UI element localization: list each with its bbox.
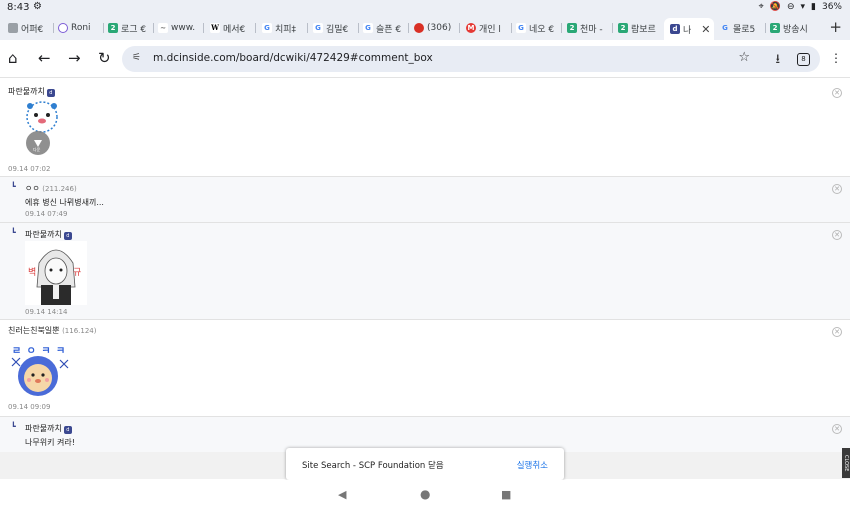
back-icon[interactable]: ← [38,49,51,67]
reply-arrow-icon: ┗ [11,182,16,191]
toolbar: ⌂ ← → ↻ ⚟ m.dcinside.com/board/dcwiki/47… [0,40,850,78]
wifi-icon: ▾ [800,2,806,12]
bookmark-star-icon[interactable]: ☆ [738,50,750,65]
favicon-icon [8,23,18,33]
tab-14[interactable]: G 몰로5 [720,18,766,38]
menu-icon[interactable]: ⋮ [830,51,842,65]
tab-switcher-button[interactable]: 8 [797,53,810,66]
favicon-icon: 2 [108,23,118,33]
snackbar-message: Site Search - SCP Foundation 닫음 [302,461,444,471]
svg-text:벽: 벽 [28,267,36,278]
sticker-caption: ㄹ ㅇ ㅋ ㅋ [12,346,67,357]
google-icon: G [363,23,373,33]
tab-11[interactable]: 2 천마 - [567,18,613,38]
site-settings-icon[interactable]: ⚟ [132,52,141,63]
google-icon: G [516,23,526,33]
tab-7[interactable]: G 슬픈 € [363,18,409,38]
fixed-user-icon: d [46,89,55,97]
delete-icon[interactable]: ✕ [832,184,842,194]
comment-reply-item: ┗ ㅇㅇ (211.246) 에휴 병신 나뮈병새끼... 09.14 07:4… [0,177,850,223]
tab-0[interactable]: 어퍼€ [8,18,54,38]
delete-icon[interactable]: ✕ [832,230,842,240]
undo-button[interactable]: 실행취소 [517,459,548,471]
comment-reply-item: ┗ 파란물까치 d 벽 규 09.14 14:14 ✕ [0,223,850,320]
tab-6[interactable]: G 김밀€ [313,18,359,38]
tab-3[interactable]: ~ www. [158,18,204,38]
google-icon: G [313,23,323,33]
comment-body: 에휴 병신 나뮈병새끼... [25,198,104,207]
dcinside-icon: d [670,24,680,34]
comment-date: 09.14 07:02 [8,165,51,173]
forward-icon[interactable]: → [68,49,81,67]
tab-active[interactable]: d 나 ✕ [664,18,714,40]
battery-level: 36% [821,2,842,12]
favicon-icon: 2 [567,23,577,33]
url-text[interactable]: m.dcinside.com/board/dcwiki/472429#comme… [153,52,433,64]
settings-icon: ⚙ [33,1,42,12]
comment-date: 09.14 09:09 [8,403,51,411]
comment-nickname[interactable]: 파란물까치 d [8,86,55,97]
new-tab-button[interactable]: + [829,18,842,36]
reload-icon[interactable]: ↻ [98,49,111,67]
sticker-image[interactable]: ㄹ ㅇ ㅋ ㅋ [8,340,72,402]
wikipedia-icon: W [210,23,220,33]
favicon-icon: 2 [770,23,780,33]
mute-icon: 🔕 [769,2,781,12]
comment-nickname[interactable]: ㅇㅇ (211.246) [25,183,77,194]
download-label: 다운 [33,147,41,152]
google-icon: G [720,23,730,33]
system-nav-bar: ◀ ● ■ [0,480,850,510]
tab-4[interactable]: W 메서€ [210,18,256,38]
comment-item: 파란물까치 d 다운 09.14 07:02 ✕ [0,79,850,177]
favicon-icon: ~ [158,23,168,33]
tab-15[interactable]: 2 방송시 [770,18,816,38]
home-icon[interactable]: ⌂ [8,49,18,67]
nav-home-icon[interactable]: ● [420,487,430,501]
tab-8[interactable]: (306) [414,18,460,38]
reply-arrow-icon: ┗ [11,228,16,237]
delete-icon[interactable]: ✕ [832,327,842,337]
comment-item: 친러는친북일뿐 (116.124) ㄹ ㅇ ㅋ ㅋ 09.14 09:09 ✕ [0,320,850,417]
reply-arrow-icon: ┗ [11,422,16,431]
status-bar: 8:43 ⚙ ⌖ 🔕 ⊖ ▾ ▮ 36% [0,0,850,16]
comment-reply-item: ┗ 파란물까치 d 나무위키 켜라! ✕ [0,417,850,452]
favicon-icon: 2 [618,23,628,33]
delete-icon[interactable]: ✕ [832,424,842,434]
tab-10[interactable]: G 네오 € [516,18,562,38]
comment-nickname[interactable]: 친러는친북일뿐 (116.124) [8,325,97,336]
ad-close-button[interactable]: CLOSE [842,448,850,478]
tab-2[interactable]: 2 로그 € [108,18,154,38]
address-bar[interactable]: ⚟ m.dcinside.com/board/dcwiki/472429#com… [122,46,820,72]
comment-date: 09.14 07:49 [25,210,68,218]
tab-1[interactable]: Roni [58,18,104,38]
comment-nickname[interactable]: 파란물까치 d [25,423,72,434]
sticker-image[interactable]: 다운 [20,100,64,156]
close-tab-icon[interactable]: ✕ [701,23,710,36]
nav-recents-icon[interactable]: ■ [501,488,511,501]
favicon-icon [58,23,68,33]
nav-back-icon[interactable]: ◀ [338,488,346,501]
tab-9[interactable]: M 개인 l [466,18,512,38]
fixed-user-icon: d [63,232,72,240]
download-icon[interactable]: ⭳ [775,50,780,72]
comment-nickname[interactable]: 파란물까치 d [25,229,72,240]
battery-icon: ▮ [811,2,816,12]
comment-list: 파란물까치 d 다운 09.14 07:02 ✕ ┗ ㅇㅇ (211.246) 에… [0,79,850,452]
delete-icon[interactable]: ✕ [832,88,842,98]
tab-closed-snackbar: Site Search - SCP Foundation 닫음 실행취소 [286,448,564,480]
status-time: 8:43 [7,2,30,13]
comment-body: 나무위키 켜라! [25,438,75,447]
fixed-user-icon: d [63,426,72,434]
svg-text:규: 규 [73,267,81,278]
tab-5[interactable]: G 치피‡ [262,18,308,38]
favicon-icon [414,23,424,33]
location-icon: ⌖ [758,2,764,12]
sticker-image[interactable]: 벽 규 [25,241,87,305]
tab-12[interactable]: 2 람보르 [618,18,664,38]
google-icon: G [262,23,272,33]
dnd-icon: ⊖ [786,2,795,12]
tab-strip: 어퍼€ Roni 2 로그 € ~ www. W 메서€ G 치피‡ G 김밀€ G 슬픈 … [0,16,850,40]
favicon-icon: M [466,23,476,33]
comment-date: 09.14 14:14 [25,308,68,316]
